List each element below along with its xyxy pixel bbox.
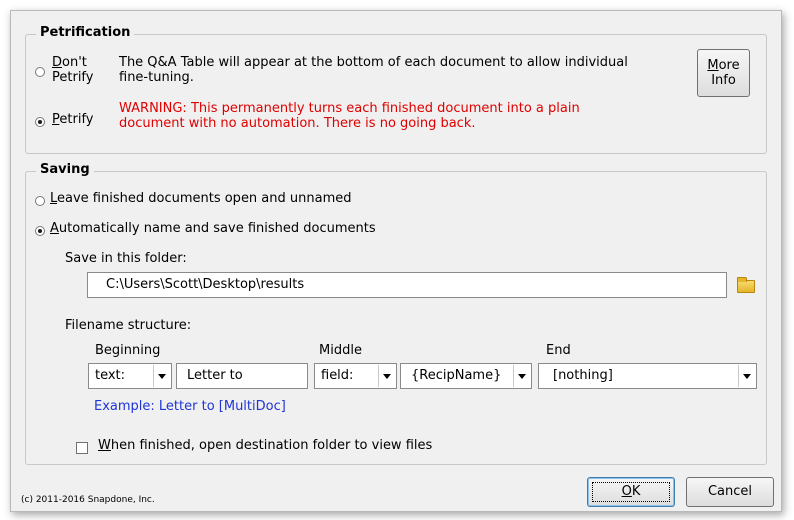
more-info-button[interactable]: More Info bbox=[697, 49, 750, 97]
chevron-down-icon bbox=[153, 365, 170, 387]
auto-name-label[interactable]: Automatically name and save finished doc… bbox=[50, 221, 376, 236]
petrify-label[interactable]: Petrify bbox=[52, 112, 93, 127]
middle-type-select[interactable]: field: bbox=[314, 363, 397, 389]
copyright-text: (c) 2011-2016 Snapdone, Inc. bbox=[21, 495, 155, 505]
chevron-down-icon bbox=[513, 365, 530, 387]
middle-label: Middle bbox=[319, 343, 362, 358]
chevron-down-icon bbox=[738, 365, 755, 387]
filename-structure-label: Filename structure: bbox=[65, 318, 192, 333]
middle-field-select[interactable]: {RecipName} bbox=[400, 363, 532, 389]
saving-legend: Saving bbox=[36, 162, 94, 177]
petrification-group: Petrification Don't Petrify The Q&A Tabl… bbox=[25, 25, 767, 154]
open-folder-checkbox[interactable] bbox=[76, 442, 88, 454]
cancel-button-label: Cancel bbox=[707, 484, 753, 499]
leave-open-radio[interactable] bbox=[35, 196, 45, 206]
chevron-down-icon bbox=[378, 365, 395, 387]
ok-button[interactable]: OK bbox=[587, 477, 675, 507]
petrification-legend: Petrification bbox=[36, 25, 135, 40]
petrify-warning-line1: WARNING: This permanently turns each fin… bbox=[119, 101, 580, 116]
middle-field-value: {RecipName} bbox=[411, 368, 502, 383]
save-folder-input[interactable]: C:\Users\Scott\Desktop\results bbox=[87, 272, 727, 298]
dont-petrify-radio[interactable] bbox=[35, 67, 45, 77]
petrify-warning-line2: document with no automation. There is no… bbox=[119, 116, 476, 131]
beginning-type-value: text: bbox=[95, 368, 126, 383]
middle-type-value: field: bbox=[321, 368, 354, 383]
beginning-label: Beginning bbox=[95, 343, 161, 358]
more-info-label-line1: More bbox=[707, 58, 740, 73]
end-label: End bbox=[546, 343, 571, 358]
dont-petrify-description-line2: fine-tuning. bbox=[119, 70, 194, 85]
folder-icon bbox=[737, 277, 755, 293]
open-folder-label[interactable]: When finished, open destination folder t… bbox=[98, 438, 432, 453]
cancel-button[interactable]: Cancel bbox=[686, 477, 774, 507]
auto-name-radio[interactable] bbox=[35, 226, 45, 236]
save-folder-label: Save in this folder: bbox=[65, 251, 187, 266]
ok-button-label: OK bbox=[621, 484, 641, 499]
saving-group: Saving Leave finished documents open and… bbox=[25, 162, 767, 465]
beginning-type-select[interactable]: text: bbox=[88, 363, 172, 389]
browse-folder-button[interactable] bbox=[734, 273, 758, 297]
petrify-save-dialog: Petrification Don't Petrify The Q&A Tabl… bbox=[10, 10, 782, 512]
more-info-label-line2: Info bbox=[711, 73, 736, 88]
leave-open-label[interactable]: Leave finished documents open and unname… bbox=[50, 191, 352, 206]
beginning-text-input[interactable]: Letter to bbox=[176, 363, 308, 389]
end-value: [nothing] bbox=[553, 368, 613, 383]
dont-petrify-description-line1: The Q&A Table will appear at the bottom … bbox=[119, 55, 628, 70]
dont-petrify-label-line1[interactable]: Don't bbox=[52, 55, 87, 70]
petrify-radio[interactable] bbox=[35, 117, 45, 127]
filename-example: Example: Letter to [MultiDoc] bbox=[94, 399, 286, 414]
dont-petrify-label-line2[interactable]: Petrify bbox=[52, 70, 93, 85]
end-select[interactable]: [nothing] bbox=[538, 363, 757, 389]
